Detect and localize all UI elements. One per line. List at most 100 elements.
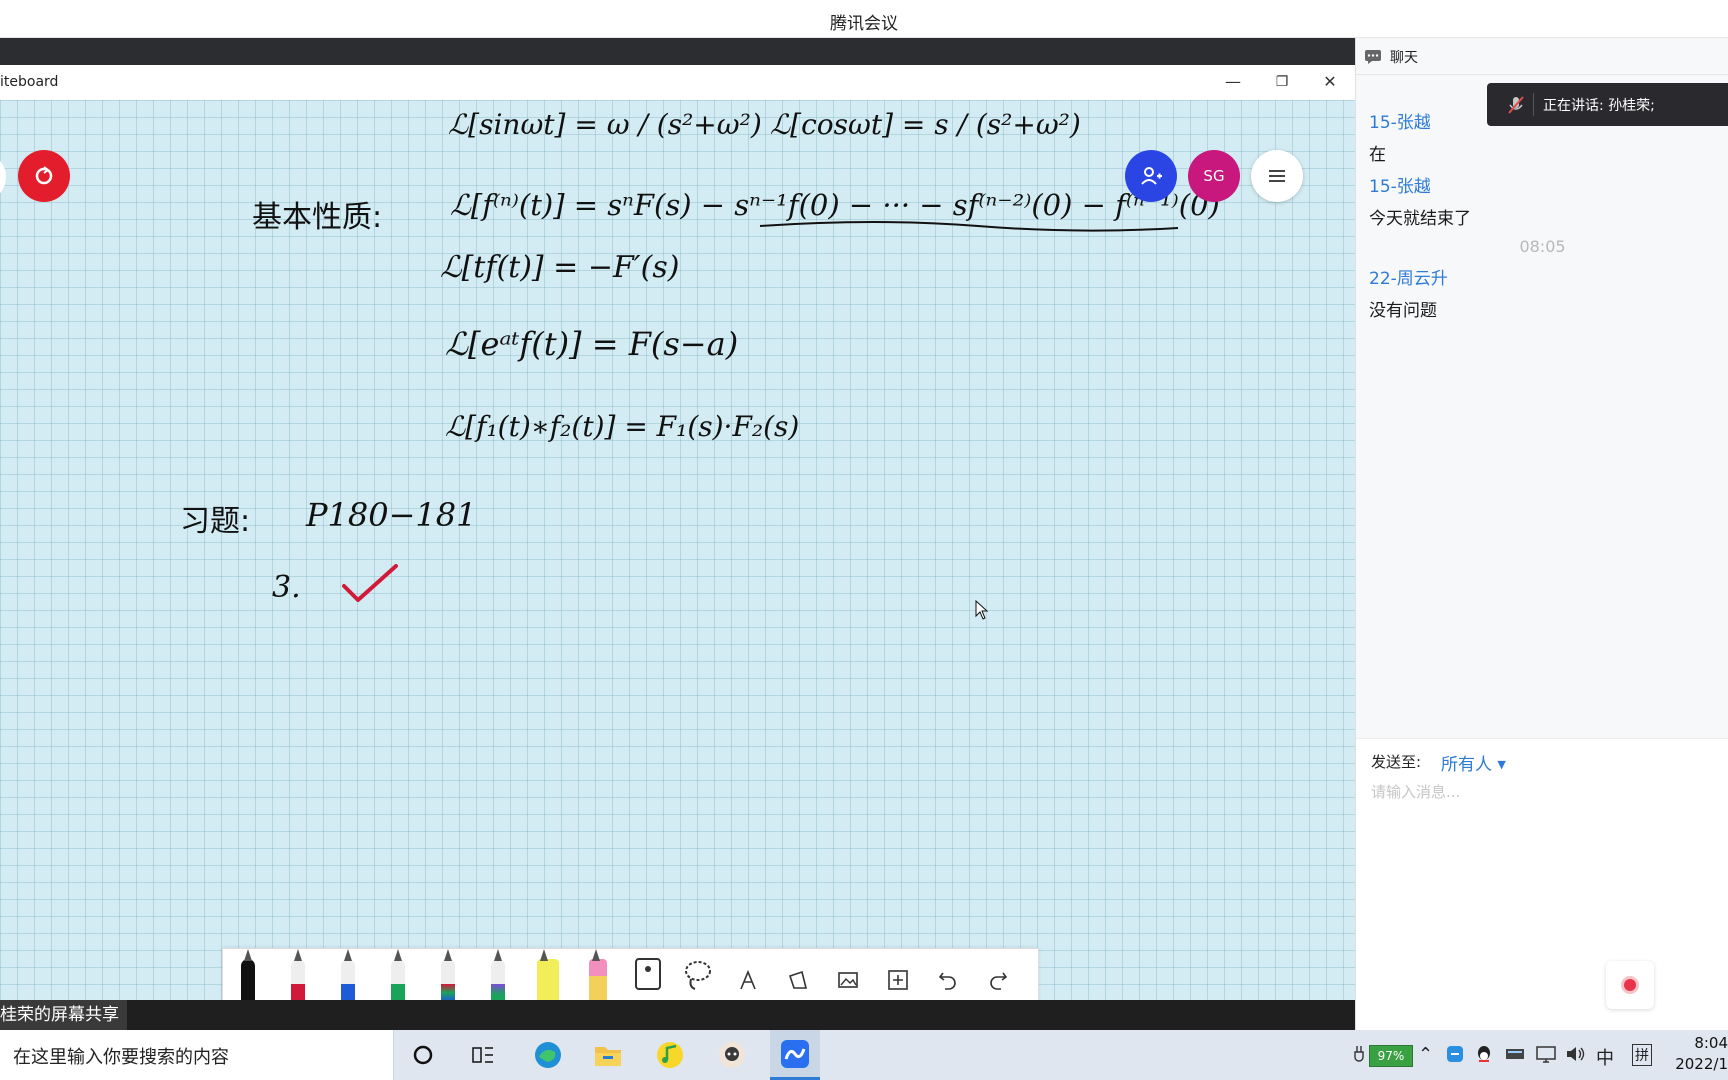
user-avatar[interactable]: SG [1188,150,1240,202]
insert-tool[interactable] [873,949,923,1001]
file-explorer-icon[interactable] [583,1030,633,1080]
task-view-icon[interactable] [458,1030,508,1080]
ime-mode-indicator[interactable]: 拼 [1632,1044,1652,1066]
chat-compose: 发送至: 所有人 ▼ [1356,738,1728,1031]
ime-language-indicator[interactable]: 中 [1596,1044,1614,1070]
search-placeholder: 在这里输入你要搜索的内容 [13,1047,229,1068]
redo-tool[interactable] [973,949,1023,1001]
pen-multicolor-tool[interactable] [423,949,473,1001]
label-homework: 习题: [180,504,251,539]
shape-icon [788,970,808,989]
tencent-meeting-taskbar-icon[interactable] [770,1030,820,1080]
send-to-label: 发送至: [1371,753,1422,771]
chevron-up-icon[interactable]: ⌃ [1418,1044,1433,1065]
music-app-icon[interactable] [645,1030,695,1080]
left-panel-toggle[interactable] [0,152,6,202]
derivative-underline [759,221,1179,232]
message-text: 今天就结束了 [1369,209,1471,229]
pen-green-tool[interactable] [373,949,423,1001]
close-button[interactable]: ✕ [1313,69,1347,95]
formula-laplace-cos: ℒ[cosωt] = s / (s²+ω²) [770,108,1081,141]
drawing-toolbar [222,948,1039,1002]
check-mark-icon [342,564,398,602]
text-icon [740,969,756,990]
record-button[interactable] [1606,961,1654,1009]
pen-black-tool[interactable] [223,949,273,1001]
clock-time: 8:04 [1694,1034,1728,1052]
clock[interactable]: 8:04 2022/1 [1662,1033,1728,1075]
formula-exp-shift: ℒ[eᵃᵗf(t)] = F(s−a) [445,325,739,363]
whiteboard-window-title: iteboard [0,74,59,90]
ruler-tool[interactable] [623,949,673,1001]
chat-header: 聊天 [1356,38,1728,75]
hamburger-icon [1269,170,1285,182]
send-to-dropdown[interactable]: 所有人 ▼ [1441,750,1506,775]
menu-button[interactable] [1251,150,1303,202]
clock-date: 2022/1 [1675,1055,1728,1073]
record-icon [1621,976,1639,994]
lasso-icon [685,961,711,990]
refresh-icon [35,166,53,185]
message-input[interactable] [1369,779,1713,805]
plus-box-icon [888,970,908,990]
label-basic-properties: 基本性质: [252,200,383,235]
whiteboard-canvas[interactable]: ℒ[sinωt] = ω / (s²+ω²) ℒ[cosωt] = s / (s… [0,100,1355,1000]
speaking-indicator: 正在讲话: 孙桂荣; [1487,83,1728,126]
taskbar-search[interactable]: 在这里输入你要搜索的内容 [0,1030,394,1080]
mouse-cursor-icon [975,600,989,620]
restore-button[interactable]: ❐ [1265,69,1299,95]
undo-tool[interactable] [923,949,973,1001]
chat-timestamp: 08:05 [1519,237,1566,256]
homework-item-3: 3. [272,570,301,605]
battery-indicator[interactable]: 97% [1369,1045,1413,1067]
pen-red-tool[interactable] [273,949,323,1001]
app-title-bar: 腾讯会议 [0,0,1728,38]
tray-app-icon[interactable] [1445,1044,1465,1068]
meeting-top-strip [0,38,1355,65]
eraser-tool[interactable] [573,949,623,1001]
ruler-icon [635,958,661,990]
taskbar: 在这里输入你要搜索的内容 97% ⌃ 中 拼 8:04 2022/1 [0,1030,1728,1080]
screen-share-label: 桂荣的屏幕共享 [0,1000,127,1030]
storage-icon[interactable] [1505,1046,1525,1066]
muted-mic-icon [1508,96,1524,114]
minimize-button[interactable]: — [1216,69,1250,95]
message-text: 在 [1369,145,1386,165]
undo-icon [938,972,956,990]
speaking-text: 正在讲话: 孙桂荣; [1543,98,1655,114]
image-tool[interactable] [823,949,873,1001]
shape-tool[interactable] [773,949,823,1001]
send-to-value: 所有人 [1441,755,1492,775]
chat-app-icon[interactable] [707,1030,757,1080]
redo-icon [990,972,1008,990]
pen-rainbow-tool[interactable] [473,949,523,1001]
homework-pages: P180−181 [306,496,477,534]
chat-icon [1365,50,1381,64]
person-add-icon [1141,167,1162,185]
message-sender: 15-张越 [1369,177,1431,197]
caret-down-icon: ▼ [1497,758,1506,771]
chat-title: 聊天 [1390,50,1418,66]
formula-convolution: ℒ[f₁(t)∗f₂(t)] = F₁(s)·F₂(s) [445,410,800,443]
edge-browser-icon[interactable] [523,1030,573,1080]
qq-icon[interactable] [1475,1044,1493,1068]
highlighter-tool[interactable] [523,949,573,1001]
divider [1533,93,1534,116]
message-sender: 22-周云升 [1369,269,1448,289]
add-participant-button[interactable] [1125,150,1177,202]
pen-blue-tool[interactable] [323,949,373,1001]
undo-red-button[interactable] [18,150,70,202]
volume-icon[interactable] [1565,1044,1587,1068]
text-tool[interactable] [723,949,773,1001]
app-title: 腾讯会议 [830,14,898,34]
network-icon[interactable] [1535,1044,1557,1068]
message-sender: 15-张越 [1369,113,1431,133]
cortana-icon[interactable] [398,1030,448,1080]
formula-laplace-sin: ℒ[sinωt] = ω / (s²+ω²) [448,108,762,141]
image-icon [838,972,858,988]
formula-t-times-f: ℒ[tf(t)] = −F′(s) [440,250,680,285]
whiteboard-titlebar: iteboard — ❐ ✕ [0,65,1355,101]
screen-share-bar: 桂荣的屏幕共享 [0,1000,1355,1030]
lasso-tool[interactable] [673,949,723,1001]
message-text: 没有问题 [1369,301,1437,321]
